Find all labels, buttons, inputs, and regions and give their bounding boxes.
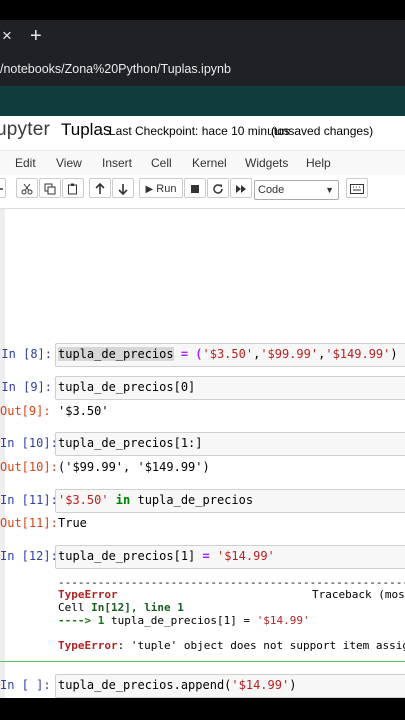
menu-widgets[interactable]: Widgets: [245, 156, 288, 170]
in-prompt: In [9]:: [1, 380, 52, 394]
cell-type-value: Code: [258, 184, 285, 196]
notebook-name[interactable]: Tuplas: [61, 120, 111, 140]
address-bar[interactable]: /notebooks/Zona%20Python/Tuplas.ipynb: [0, 54, 405, 86]
error-arrow-line: ----> 1 tupla_de_precios[1] = '$14.99': [58, 614, 310, 627]
code-line[interactable]: tupla_de_precios = ('$3.50','$99.99','$1…: [58, 347, 398, 361]
paste-icon[interactable]: [62, 178, 84, 198]
left-margin: [0, 209, 5, 698]
error-message: TypeError: 'tuple' object does not suppo…: [58, 639, 405, 652]
menu-cell[interactable]: Cell: [151, 156, 172, 170]
menu-insert[interactable]: Insert: [102, 156, 132, 170]
url-text[interactable]: /notebooks/Zona%20Python/Tuplas.ipynb: [0, 62, 231, 78]
in-prompt: In [12]:: [0, 549, 58, 563]
in-prompt: In [11]:: [0, 493, 58, 507]
cell-output: True: [58, 516, 87, 530]
out-prompt: Out[11]:: [0, 516, 58, 530]
code-line[interactable]: tupla_de_precios[1] = '$14.99': [58, 549, 275, 563]
out-prompt: Out[10]:: [0, 460, 58, 474]
menu-help[interactable]: Help: [306, 156, 331, 170]
notebook-toolbar: ▶ Run: [0, 175, 405, 205]
tab-close-icon[interactable]: ×: [2, 25, 22, 47]
traceback-label: Traceback (most: [312, 588, 405, 601]
in-prompt: In [8]:: [1, 347, 52, 361]
fast-forward-icon[interactable]: [230, 178, 252, 198]
chevron-down-icon: ▼: [325, 185, 334, 195]
menu-view[interactable]: View: [56, 156, 82, 170]
cut-icon[interactable]: [16, 178, 38, 198]
move-down-icon[interactable]: [112, 178, 134, 198]
cell-output: '$3.50': [58, 404, 109, 418]
cell-type-select[interactable]: Code ▼: [254, 180, 339, 200]
copy-icon[interactable]: [39, 178, 61, 198]
stop-icon[interactable]: [184, 178, 206, 198]
new-tab-icon[interactable]: +: [30, 24, 50, 48]
system-bottom-bar: [0, 698, 405, 720]
unsaved-status: (unsaved changes): [271, 124, 374, 138]
error-type: TypeError: [58, 588, 118, 601]
out-prompt: Out[9]:: [0, 404, 51, 418]
code-line[interactable]: tupla_de_precios.append('$14.99'): [58, 678, 296, 692]
error-cell-line: Cell In[12], line 1: [58, 601, 184, 614]
code-line[interactable]: tupla_de_precios[1:]: [58, 436, 203, 450]
code-line[interactable]: tupla_de_precios[0]: [58, 380, 195, 394]
move-up-icon[interactable]: [89, 178, 111, 198]
in-prompt: In [10]:: [0, 436, 58, 450]
keyboard-icon[interactable]: [346, 178, 368, 198]
run-label: Run: [156, 183, 177, 195]
bookmarks-bar: [0, 86, 405, 116]
jupyter-page: upyter Tuplas Last Checkpoint: hace 10 m…: [0, 116, 405, 698]
menu-edit[interactable]: Edit: [15, 156, 36, 170]
jupyter-logo[interactable]: upyter: [0, 119, 50, 141]
run-icon: ▶: [145, 184, 154, 195]
add-cell-icon[interactable]: [0, 178, 6, 198]
run-button[interactable]: ▶ Run: [139, 178, 183, 198]
notebook-container: In [8]: tupla_de_precios = ('$3.50','$99…: [0, 208, 405, 698]
restart-icon[interactable]: [207, 178, 229, 198]
code-line[interactable]: '$3.50' in tupla_de_precios: [58, 493, 253, 507]
cell-output: ('$99.99', '$149.99'): [58, 460, 210, 474]
menu-bar: Edit View Insert Cell Kernel Widgets Hel…: [0, 150, 405, 176]
browser-tab-bar: × +: [0, 20, 405, 54]
in-prompt: In [ ]:: [0, 678, 51, 692]
system-top-bar: [0, 0, 405, 20]
checkpoint-status: Last Checkpoint: hace 10 minutos: [109, 124, 290, 138]
menu-kernel[interactable]: Kernel: [192, 156, 227, 170]
